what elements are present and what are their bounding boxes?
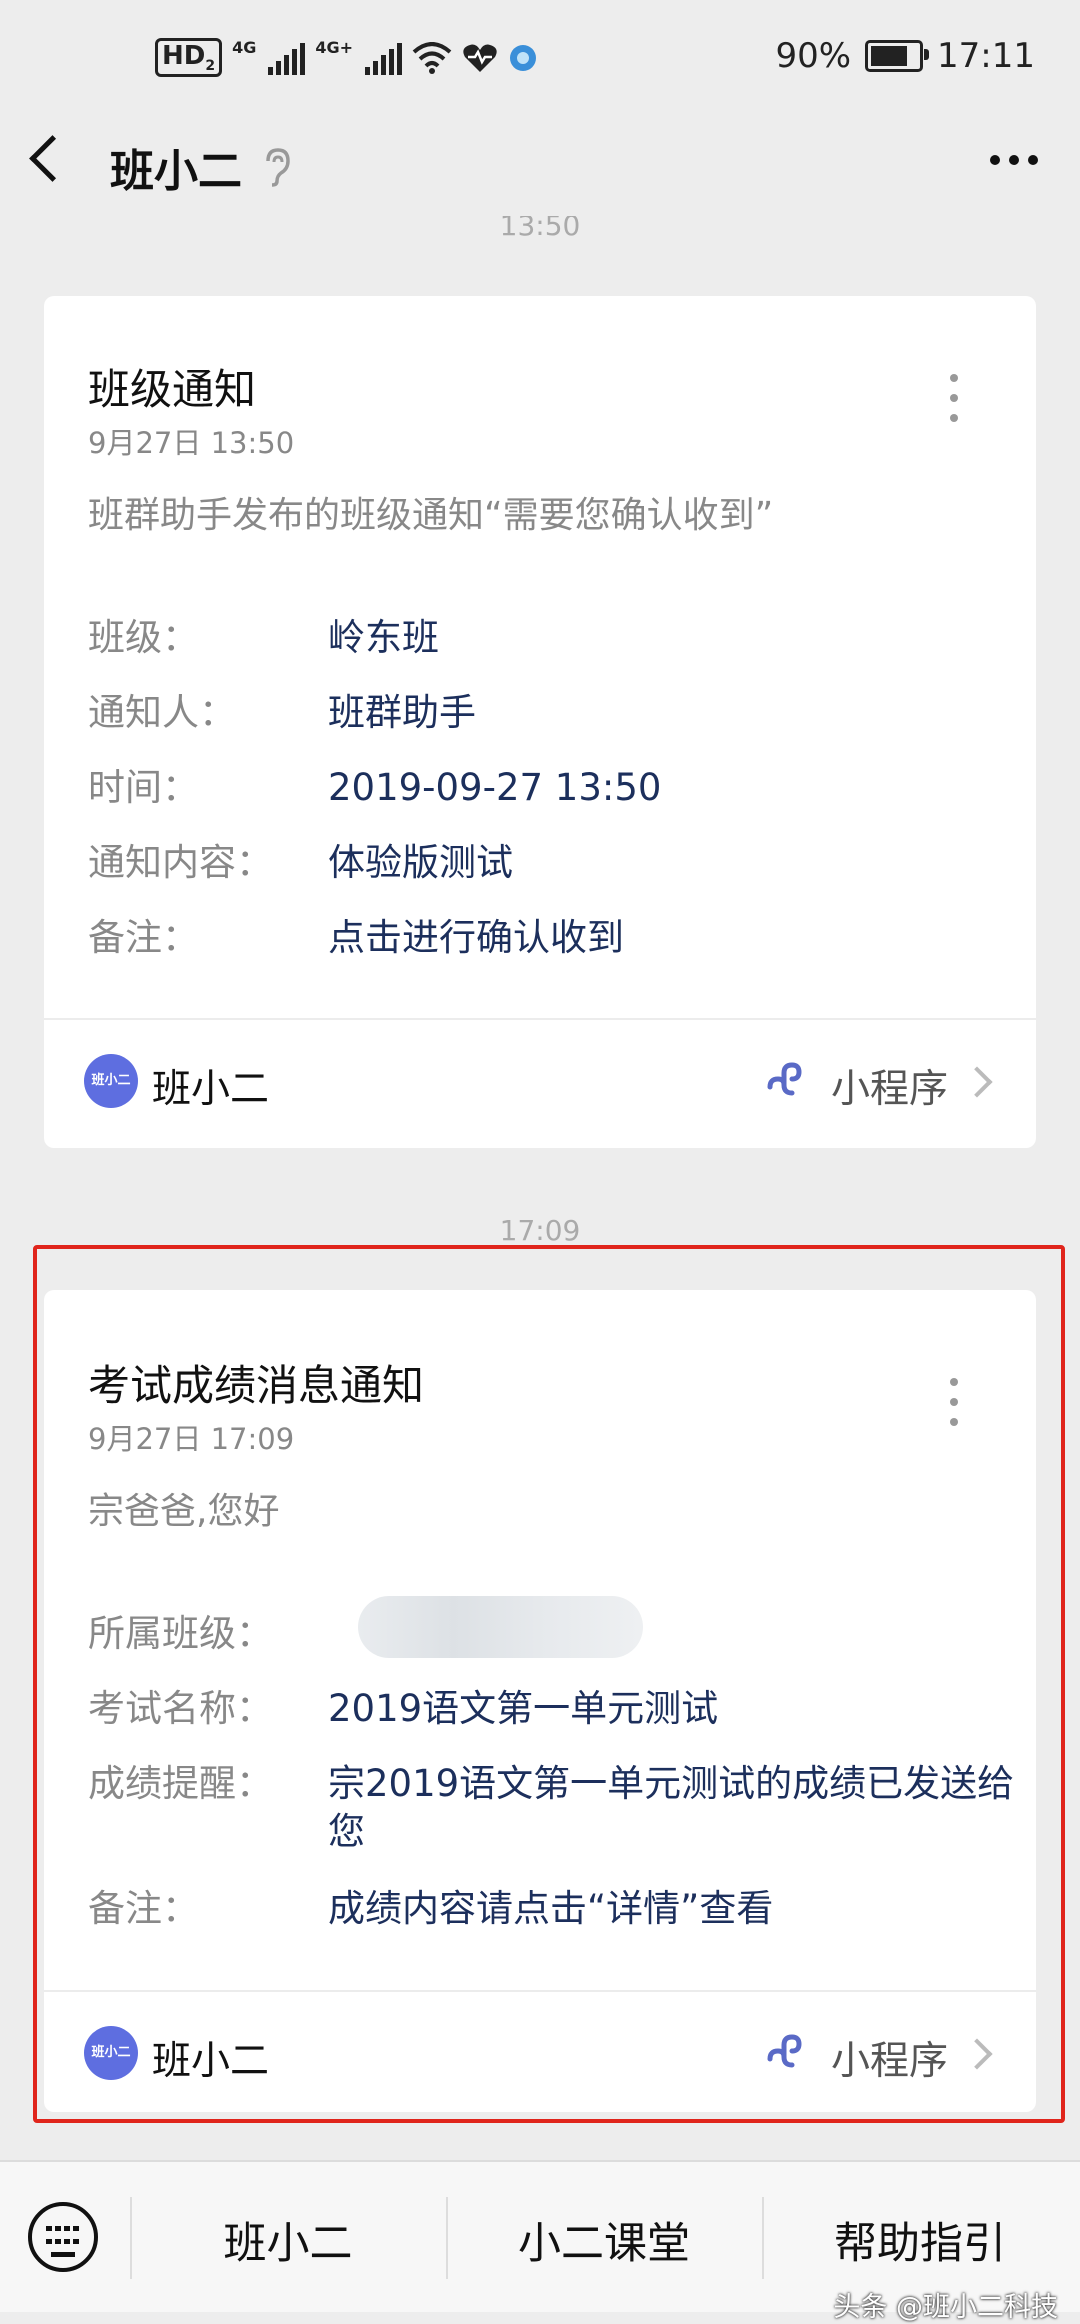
timestamp-partial: 13:50 — [499, 216, 581, 242]
battery-icon — [865, 40, 930, 72]
row-key: 班级： — [88, 616, 199, 659]
battery-percent: 90% — [775, 36, 852, 76]
page-title: 班小二 — [110, 146, 242, 197]
menu-tab-classroom[interactable]: 小二课堂 — [448, 2209, 760, 2271]
network-type-label: 4G — [232, 38, 257, 57]
clock: 17:11 — [937, 36, 1035, 76]
row-value: 点击进行确认收到 — [328, 916, 624, 959]
row-value: 体验版测试 — [328, 841, 513, 884]
ear-icon — [266, 148, 290, 187]
row-value: 2019-09-27 13:50 — [328, 766, 662, 809]
row-key: 通知内容： — [88, 841, 273, 884]
row-value: 班群助手 — [328, 691, 476, 734]
chevron-right-icon — [961, 1066, 993, 1098]
keyboard-icon[interactable] — [28, 2202, 98, 2272]
highlight-box — [33, 1245, 1065, 2123]
notification-card-class[interactable]: 班级通知 9月27日 13:50 班群助手发布的班级通知“需要您确认收到” 班级… — [44, 296, 1036, 1148]
hd-icon: HD2 — [155, 38, 223, 78]
app-notification-icon — [510, 44, 537, 71]
row-key: 时间： — [88, 766, 199, 809]
row-key: 通知人： — [88, 691, 236, 734]
status-bar: HD2 4G 4G+ 90% 17:11 — [0, 0, 1080, 125]
row-key: 备注： — [88, 916, 199, 959]
signal-icon-2 — [365, 41, 403, 75]
mini-program-label: 小程序 — [830, 1067, 948, 1112]
wifi-icon — [412, 41, 452, 74]
watermark: 头条 @班小二科技 — [833, 2292, 1058, 2323]
card-date: 9月27日 13:50 — [88, 426, 295, 460]
card-menu-icon[interactable] — [950, 374, 958, 422]
card-intro: 班群助手发布的班级通知“需要您确认收到” — [88, 495, 774, 536]
status-icons-right: 90% 17:11 — [775, 36, 1035, 76]
status-icons-left: HD2 4G 4G+ — [155, 38, 538, 78]
app-logo: 班小二 — [84, 1054, 138, 1108]
mini-program-icon — [767, 1062, 802, 1096]
footer-app-name: 班小二 — [152, 1067, 270, 1112]
menu-tab-help[interactable]: 帮助指引 — [764, 2209, 1076, 2271]
row-value: 岭东班 — [328, 616, 439, 659]
card-footer[interactable]: 班小二 班小二 小程序 — [44, 1020, 1036, 1145]
more-options-icon[interactable] — [990, 155, 1038, 165]
card-title: 班级通知 — [88, 365, 257, 414]
timestamp: 17:09 — [499, 1214, 581, 1247]
signal-icon — [268, 41, 306, 75]
back-arrow-icon[interactable] — [29, 135, 76, 182]
nav-bar: 班小二 — [0, 125, 1080, 205]
health-icon — [463, 44, 497, 72]
menu-tab-banxiaoer[interactable]: 班小二 — [132, 2209, 444, 2271]
network-type-label-2: 4G+ — [315, 38, 354, 57]
